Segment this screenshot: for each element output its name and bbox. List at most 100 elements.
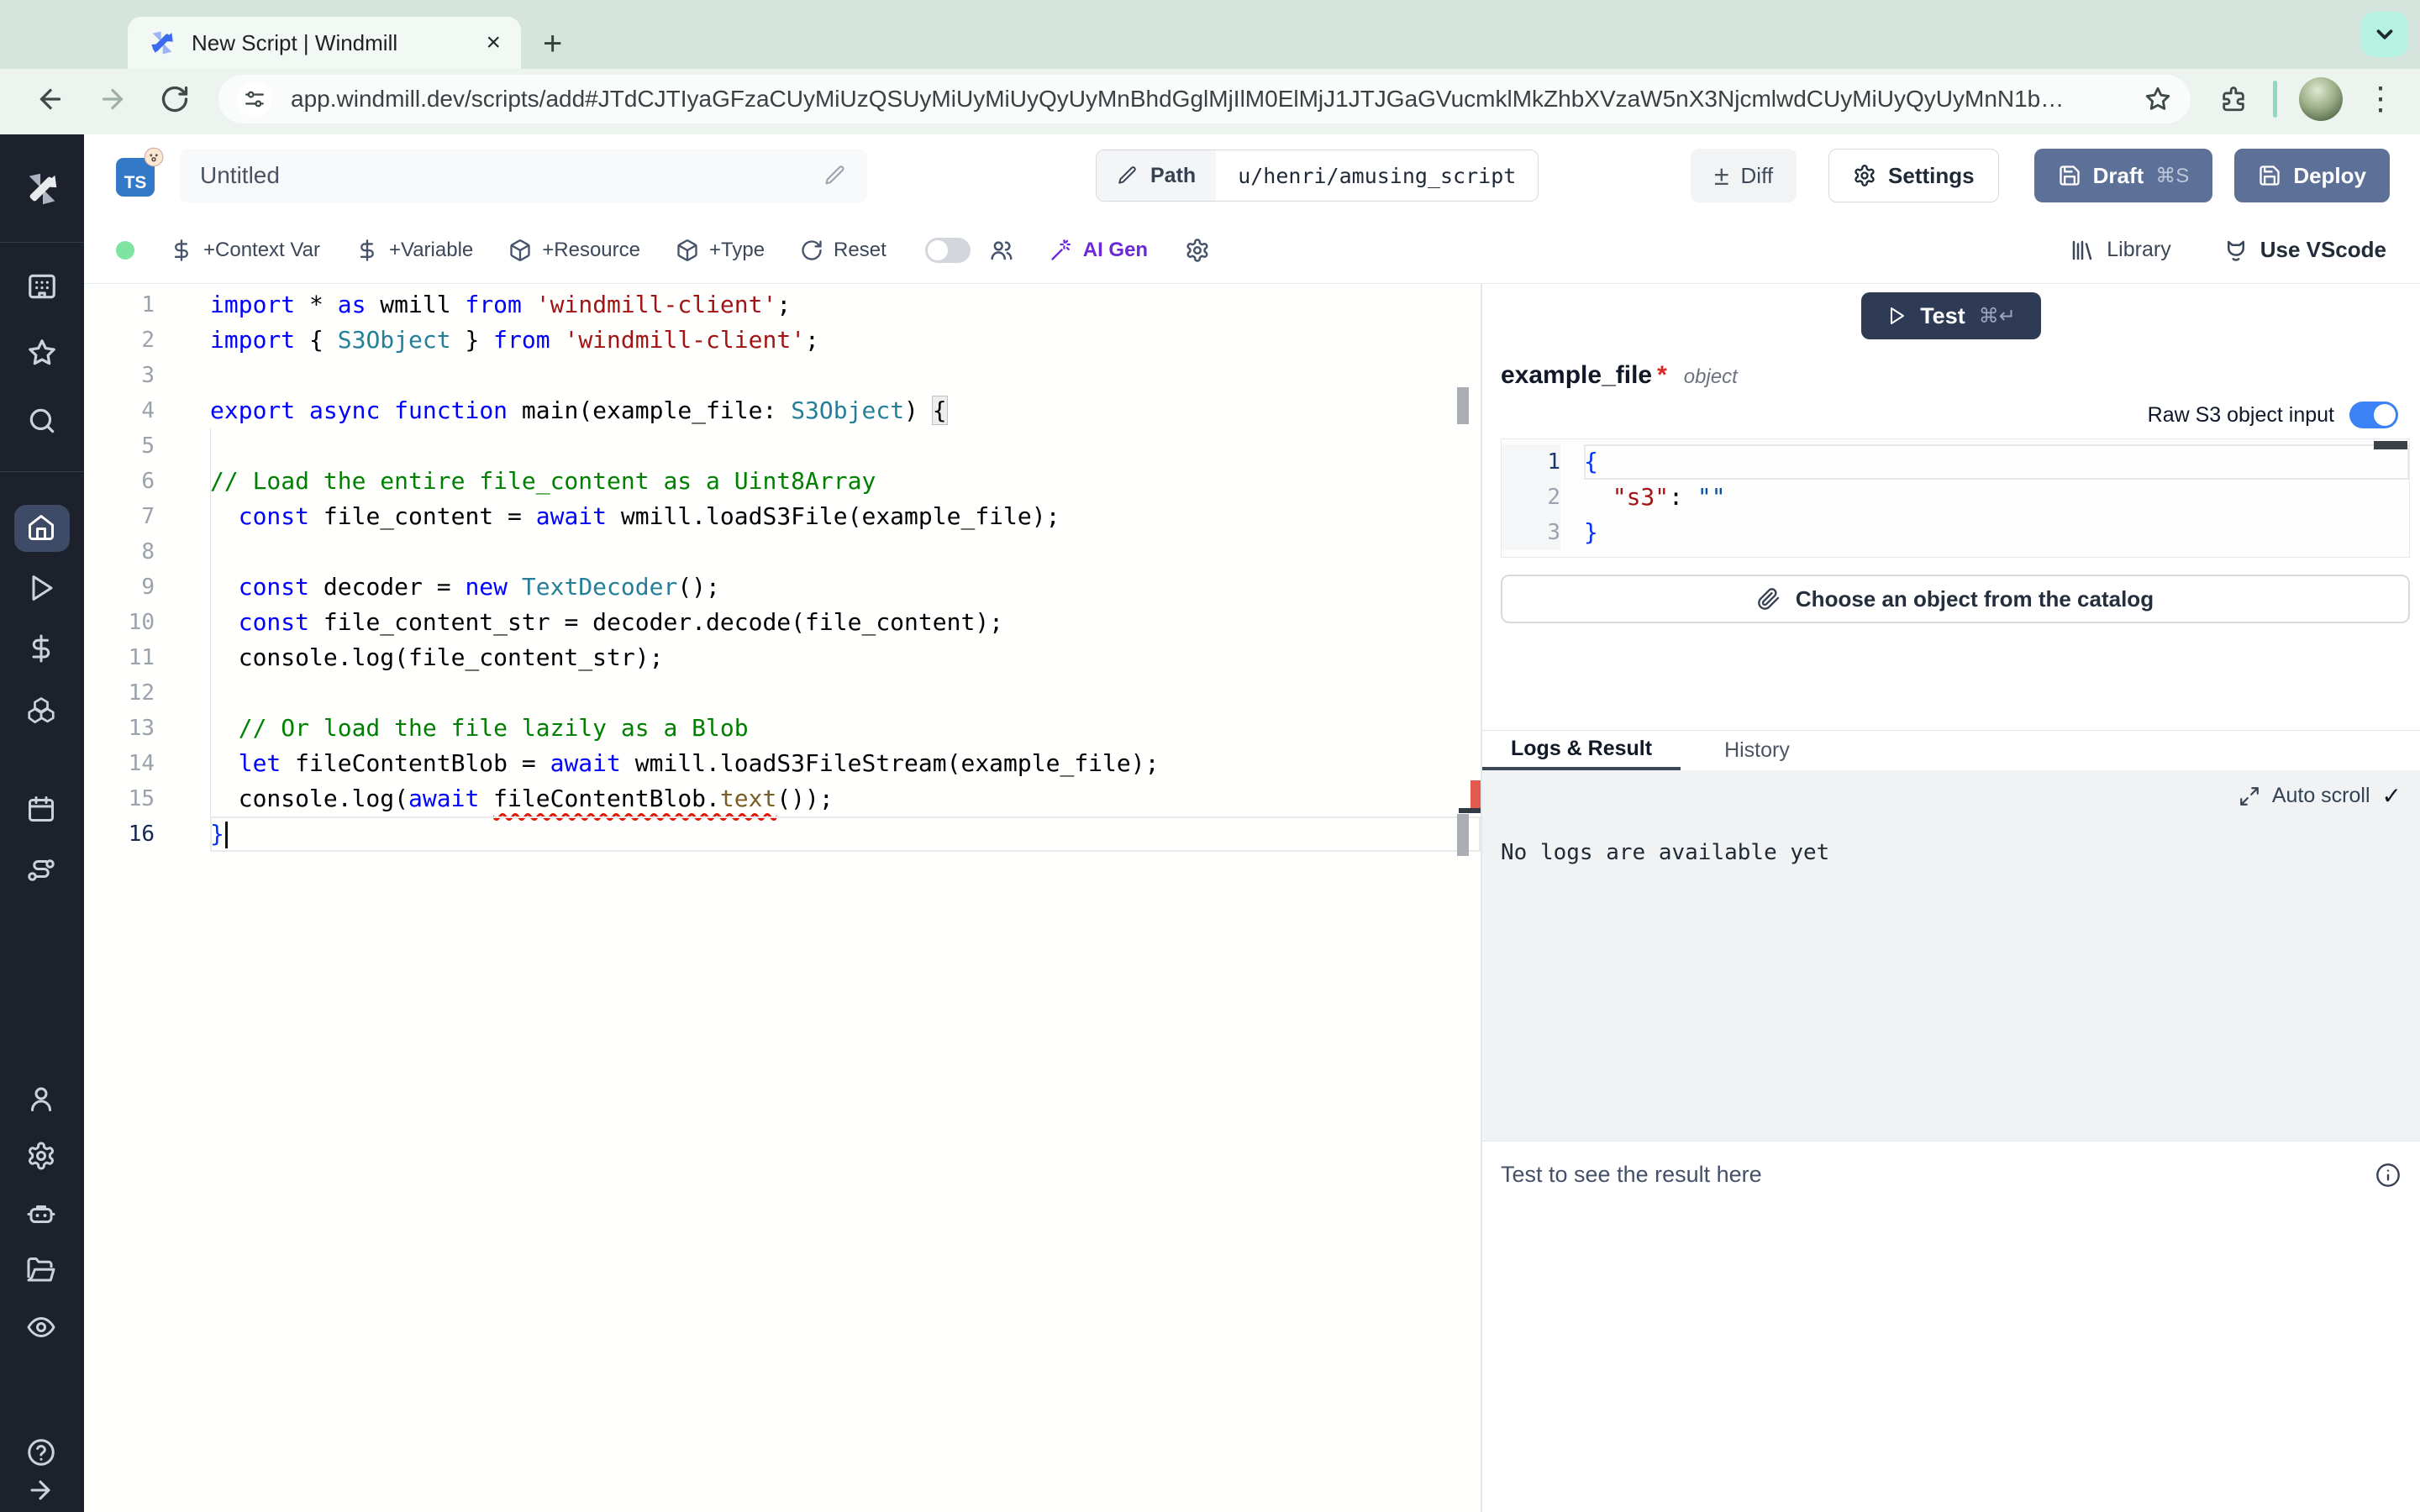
sidebar-item-favorites[interactable] [0, 336, 84, 370]
save-icon [2058, 164, 2081, 187]
sidebar-expand-button[interactable] [0, 1475, 84, 1509]
code-line[interactable]: 6// Load the entire file_content as a Ui… [84, 464, 1481, 499]
bookmark-star-icon[interactable] [2144, 85, 2172, 113]
tab-close-icon[interactable]: × [486, 29, 501, 57]
sidebar-item-users[interactable] [0, 1083, 84, 1116]
auto-scroll-control[interactable]: Auto scroll ✓ [1501, 782, 2402, 810]
diff-button[interactable]: ± Diff [1691, 149, 1797, 202]
argument-type: object [1684, 365, 1738, 389]
test-button[interactable]: Test ⌘↵ [1861, 292, 2041, 339]
forward-button-icon[interactable] [97, 84, 128, 114]
sidebar-item-flows[interactable] [0, 854, 84, 888]
sidebar-item-workers[interactable] [0, 1197, 84, 1231]
tab-history[interactable]: History [1696, 731, 1818, 770]
sidebar-item-home[interactable] [0, 505, 84, 552]
code-line[interactable]: 2 "s3": "" [1502, 480, 2409, 515]
no-logs-message: No logs are available yet [1501, 840, 2402, 865]
diff-icon: ± [1714, 160, 1729, 192]
use-vscode-button[interactable]: Use VScode [2223, 237, 2386, 263]
profile-avatar[interactable] [2299, 77, 2343, 121]
code-line[interactable]: 1{ [1502, 444, 2409, 480]
new-tab-button[interactable]: + [543, 27, 562, 60]
result-area: Test to see the result here [1482, 1141, 2420, 1512]
sidebar-item-resources[interactable] [0, 694, 84, 727]
code-line[interactable]: 7 const file_content = await wmill.loadS… [84, 499, 1481, 534]
code-line[interactable]: 16} [84, 816, 1481, 852]
path-editor[interactable]: Path u/henri/amusing_script [1096, 150, 1539, 202]
code-line[interactable]: 12 [84, 675, 1481, 711]
code-line[interactable]: 11 console.log(file_content_str); [84, 640, 1481, 675]
code-line[interactable]: 9 const decoder = new TextDecoder(); [84, 570, 1481, 605]
sidebar-item-help[interactable] [0, 1436, 84, 1470]
deploy-button[interactable]: Deploy [2234, 149, 2390, 202]
active-item-highlight [14, 505, 70, 552]
wand-icon [1050, 239, 1073, 262]
sidebar-item-settings[interactable] [0, 1140, 84, 1173]
code-line[interactable]: 13 // Or load the file lazily as a Blob [84, 711, 1481, 746]
site-settings-icon[interactable] [237, 81, 272, 117]
tab-search-button[interactable] [2361, 12, 2408, 57]
browser-window: New Script | Windmill × + app.windmill.d… [0, 0, 2420, 1512]
code-line[interactable]: 5 [84, 428, 1481, 464]
argument-json-editor[interactable]: 1{2 "s3": ""3} [1501, 438, 2410, 558]
raw-s3-toggle[interactable] [2349, 402, 2398, 428]
add-context-var-button[interactable]: +Context Var [170, 239, 320, 262]
extensions-icon[interactable] [2219, 85, 2248, 113]
test-shortcut: ⌘↵ [1979, 304, 2016, 328]
code-line[interactable]: 10 const file_content_str = decoder.deco… [84, 605, 1481, 640]
code-line[interactable]: 14 let fileContentBlob = await wmill.loa… [84, 746, 1481, 781]
editor-scrollbar-thumb[interactable] [1457, 814, 1469, 856]
code-line[interactable]: 1import * as wmill from 'windmill-client… [84, 287, 1481, 323]
sidebar-item-apps[interactable] [0, 270, 84, 303]
add-type-button[interactable]: +Type [676, 239, 765, 262]
code-line[interactable]: 4export async function main(example_file… [84, 393, 1481, 428]
gear-icon [26, 1141, 58, 1173]
collaborators-icon[interactable] [989, 238, 1014, 263]
choose-object-button[interactable]: Choose an object from the catalog [1501, 575, 2410, 623]
sidebar-item-variables[interactable] [0, 633, 84, 666]
sidebar-item-schedules[interactable] [0, 793, 84, 827]
diff-mode-toggle[interactable] [925, 238, 971, 263]
json-lines[interactable]: 1{2 "s3": ""3} [1502, 444, 2409, 550]
browser-menu-icon[interactable]: ⋮ [2365, 83, 2396, 115]
tab-logs-result[interactable]: Logs & Result [1482, 731, 1681, 770]
code-line[interactable]: 8 [84, 534, 1481, 570]
browser-tab[interactable]: New Script | Windmill × [128, 17, 521, 69]
code-line[interactable]: 3 [84, 358, 1481, 393]
script-header: TS Untitled Path [84, 134, 2420, 217]
editor-scrollbar-thumb[interactable] [1457, 387, 1469, 424]
argument-row: example_file * object [1501, 361, 2420, 390]
sidebar-item-search[interactable] [0, 404, 84, 438]
back-button-icon[interactable] [35, 84, 66, 114]
profile-separator [2273, 81, 2277, 118]
code-editor[interactable]: 1import * as wmill from 'windmill-client… [84, 284, 1481, 1512]
add-variable-button[interactable]: +Variable [355, 239, 473, 262]
path-value[interactable]: u/henri/amusing_script [1216, 150, 1538, 201]
path-button[interactable]: Path [1097, 150, 1216, 201]
info-icon[interactable] [2375, 1162, 2402, 1189]
edit-pencil-icon[interactable] [823, 164, 847, 187]
sidebar-item-folders[interactable] [0, 1254, 84, 1288]
windmill-sidebar-logo-icon[interactable] [23, 170, 61, 208]
reload-button-icon[interactable] [160, 84, 190, 114]
draft-button[interactable]: Draft ⌘S [2034, 149, 2213, 202]
result-placeholder: Test to see the result here [1501, 1162, 1762, 1188]
browser-tab-strip: New Script | Windmill × + [0, 0, 2420, 69]
sidebar-item-audit-logs[interactable] [0, 1311, 84, 1345]
library-button[interactable]: Library [2070, 238, 2170, 263]
url-text[interactable]: app.windmill.dev/scripts/add#JTdCJTIyaGF… [291, 86, 2130, 113]
reset-button[interactable]: Reset [800, 239, 886, 262]
code-line[interactable]: 15 console.log(await fileContentBlob.tex… [84, 781, 1481, 816]
url-bar[interactable]: app.windmill.dev/scripts/add#JTdCJTIyaGF… [218, 75, 2191, 123]
raw-s3-row: Raw S3 object input [1482, 402, 2398, 428]
sidebar-item-runs[interactable] [0, 572, 84, 606]
editor-toolbar: +Context Var +Variable +Resource [84, 217, 2420, 284]
add-resource-button[interactable]: +Resource [508, 239, 640, 262]
code-lines[interactable]: 1import * as wmill from 'windmill-client… [84, 287, 1481, 852]
script-title-input[interactable]: Untitled [180, 149, 867, 202]
code-line[interactable]: 2import { S3Object } from 'windmill-clie… [84, 323, 1481, 358]
settings-button[interactable]: Settings [1828, 149, 1999, 202]
ai-gen-button[interactable]: AI Gen [1050, 239, 1148, 262]
editor-settings-icon[interactable] [1185, 238, 1210, 263]
code-line[interactable]: 3} [1502, 515, 2409, 550]
